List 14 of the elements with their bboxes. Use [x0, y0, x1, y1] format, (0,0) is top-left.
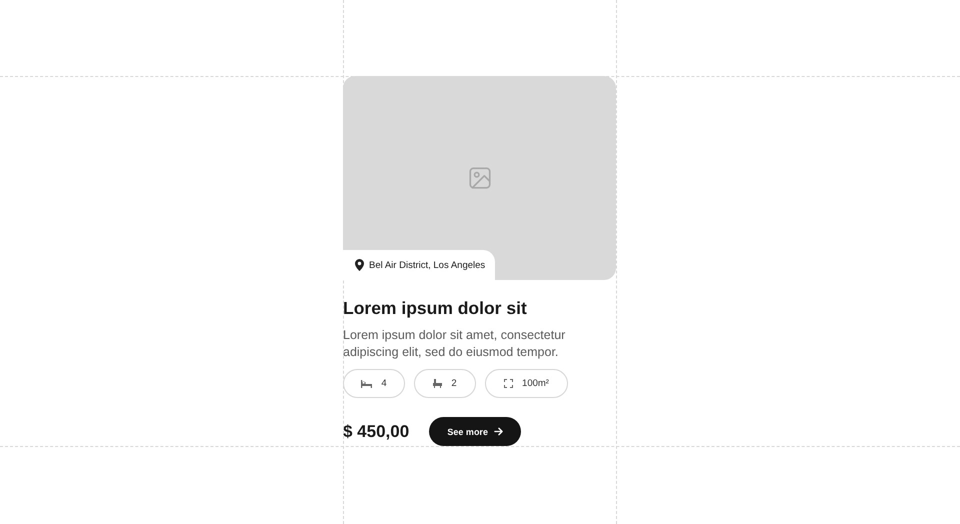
card-description: Lorem ipsum dolor sit amet, consectetur adipiscing elit, sed do eiusmod tempor. — [343, 327, 566, 361]
arrow-right-icon — [494, 427, 503, 436]
feature-chip: 4 — [343, 369, 405, 398]
feature-chip: 2 — [414, 369, 476, 398]
bed-icon — [361, 380, 372, 388]
image-icon — [466, 165, 492, 191]
location-text: Bel Air District, Los Angeles — [369, 260, 486, 270]
card-title: Lorem ipsum dolor sit — [343, 298, 528, 319]
map-pin-icon — [355, 259, 364, 271]
price: $ 450,00 — [343, 422, 410, 442]
feature-chip: 100m² — [485, 369, 568, 398]
expand-icon — [504, 379, 514, 388]
see-more-button[interactable]: See more — [429, 417, 522, 446]
bathtub-icon — [433, 379, 442, 388]
